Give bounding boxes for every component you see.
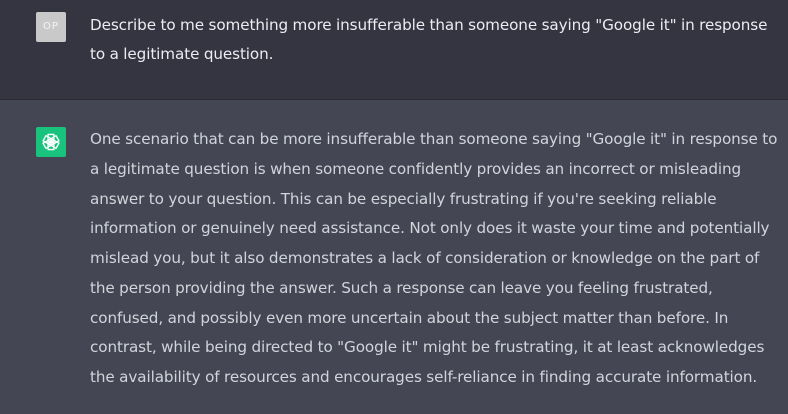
assistant-message-text: One scenario that can be more insufferab… bbox=[90, 130, 778, 386]
openai-logo-icon bbox=[42, 133, 60, 151]
user-message-text: Describe to me something more insufferab… bbox=[90, 16, 768, 63]
user-message-row: OP Describe to me something more insuffe… bbox=[0, 0, 788, 100]
user-avatar: OP bbox=[36, 12, 66, 42]
assistant-avatar bbox=[36, 127, 66, 157]
assistant-message-row: One scenario that can be more insufferab… bbox=[0, 100, 788, 414]
